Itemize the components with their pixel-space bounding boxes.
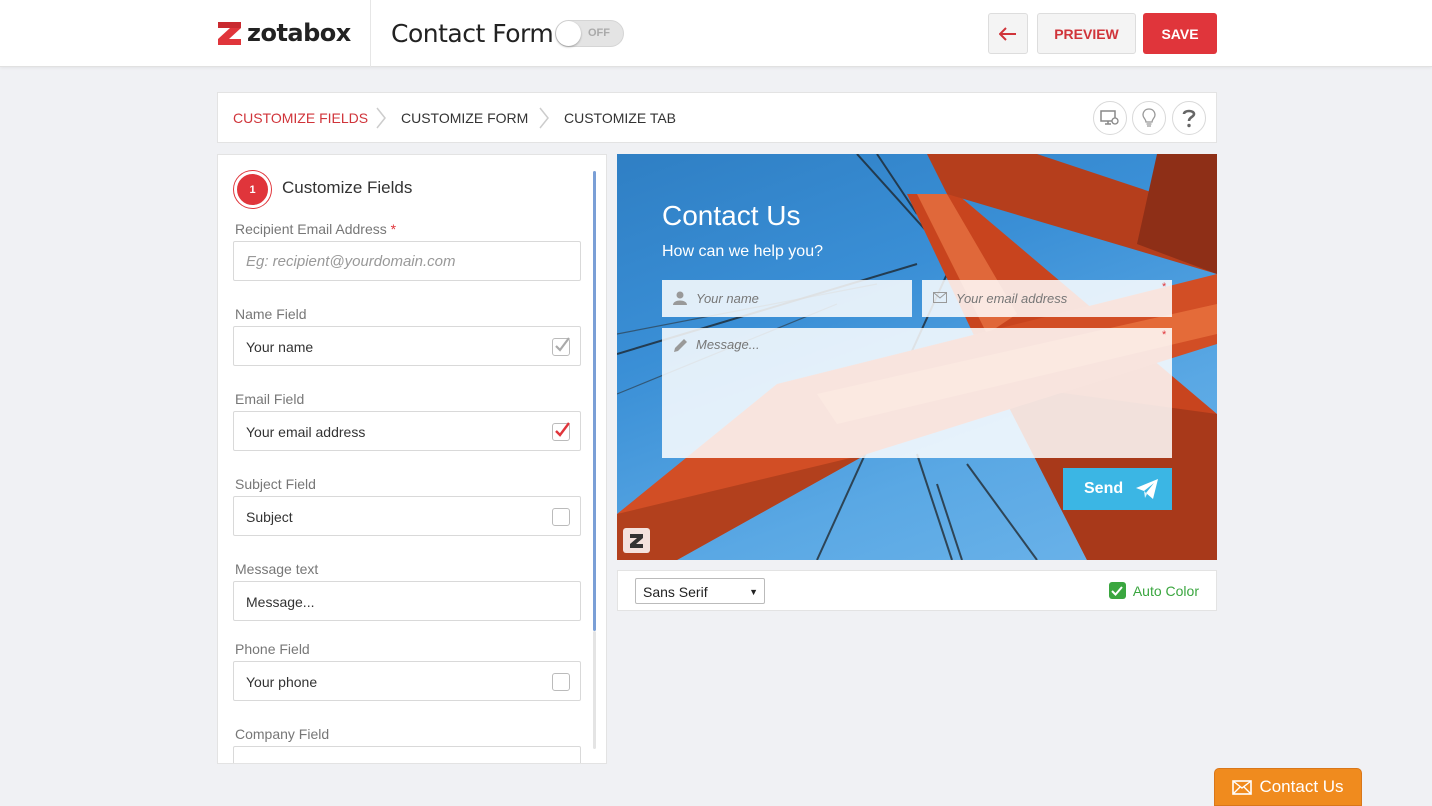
step-customize-form[interactable]: CUSTOMIZE FORM	[401, 110, 528, 126]
email-field-input[interactable]: Your email address	[233, 411, 581, 451]
preview-button[interactable]: PREVIEW	[1037, 13, 1136, 54]
steps-breadcrumb: CUSTOMIZE FIELDS CUSTOMIZE FORM CUSTOMIZ…	[217, 92, 1217, 143]
logo-text: zotabox	[247, 19, 351, 47]
step-number-badge: 1	[234, 171, 271, 208]
zotabox-badge-icon	[623, 528, 650, 553]
preview-email-input[interactable]: Your email address *	[922, 280, 1172, 317]
checkmark-icon	[1111, 585, 1124, 596]
recipient-email-label: Recipient Email Address *	[235, 221, 397, 237]
recipient-email-input[interactable]: Eg: recipient@yourdomain.com	[233, 241, 581, 281]
zotabox-logo[interactable]: zotabox	[216, 19, 351, 47]
preview-send-button[interactable]: Send	[1063, 468, 1172, 510]
recipient-email-placeholder: Eg: recipient@yourdomain.com	[246, 253, 456, 270]
form-options-bar: Sans Serif ▼ Auto Color	[617, 570, 1217, 611]
required-mark: *	[390, 221, 397, 237]
preview-email-placeholder: Your email address	[956, 291, 1068, 306]
preview-message-placeholder: Message...	[696, 337, 760, 352]
email-field-value: Your email address	[246, 424, 366, 440]
chevron-right-icon	[539, 107, 549, 129]
company-field-input[interactable]	[233, 746, 581, 763]
customize-fields-panel: 1 Customize Fields Recipient Email Addre…	[217, 154, 607, 764]
send-label: Send	[1084, 480, 1124, 497]
desktop-settings-icon	[1100, 110, 1119, 125]
required-mark: *	[1162, 281, 1167, 293]
preview-subtitle: How can we help you?	[662, 243, 823, 260]
name-field-value: Your name	[246, 339, 314, 355]
page-title: Contact Form	[391, 19, 554, 48]
preview-message-textarea[interactable]: Message... *	[662, 328, 1172, 458]
email-field-label: Email Field	[235, 391, 305, 407]
company-field-label: Company Field	[235, 726, 330, 742]
preview-title: Contact Us	[662, 200, 801, 231]
save-button[interactable]: SAVE	[1143, 13, 1217, 54]
font-select-value: Sans Serif	[643, 584, 708, 600]
section-title: Customize Fields	[282, 178, 413, 197]
message-text-value: Message...	[246, 594, 315, 610]
help-button[interactable]	[1172, 101, 1206, 135]
device-settings-button[interactable]	[1093, 101, 1127, 135]
scrollbar-track[interactable]	[593, 631, 596, 749]
toggle-label: OFF	[588, 27, 610, 39]
name-field-checkbox[interactable]	[552, 337, 570, 356]
subject-field-input[interactable]: Subject	[233, 496, 581, 536]
zotabox-logo-icon	[218, 21, 241, 45]
auto-color-toggle[interactable]: Auto Color	[1108, 582, 1199, 599]
auto-color-label: Auto Color	[1132, 582, 1199, 599]
checkmark-icon	[555, 337, 570, 352]
pencil-icon	[674, 339, 687, 352]
caret-down-icon: ▼	[749, 587, 758, 597]
header-divider	[370, 0, 371, 67]
phone-field-label: Phone Field	[235, 641, 310, 657]
auto-color-checkbox[interactable]	[1108, 582, 1126, 599]
name-field-input[interactable]: Your name	[233, 326, 581, 366]
phone-field-input[interactable]: Your phone	[233, 661, 581, 701]
envelope-icon	[933, 292, 947, 303]
subject-field-checkbox[interactable]	[552, 508, 570, 526]
chevron-right-icon	[376, 107, 386, 129]
status-toggle[interactable]: OFF	[555, 20, 624, 47]
paper-plane-icon	[1136, 479, 1159, 499]
top-header: zotabox Contact Form OFF PREVIEW SAVE	[0, 0, 1432, 67]
envelope-icon	[1232, 779, 1253, 795]
lightbulb-icon	[1142, 108, 1156, 127]
message-text-label: Message text	[235, 561, 319, 577]
tips-button[interactable]	[1132, 101, 1166, 135]
phone-field-checkbox[interactable]	[552, 673, 570, 691]
toggle-knob	[556, 21, 581, 46]
preview-name-input[interactable]: Your name	[662, 280, 912, 317]
required-mark: *	[1162, 329, 1167, 341]
step-customize-tab[interactable]: CUSTOMIZE TAB	[564, 110, 676, 126]
font-family-select[interactable]: Sans Serif ▼	[635, 578, 765, 604]
step-customize-fields[interactable]: CUSTOMIZE FIELDS	[233, 110, 368, 126]
name-field-label: Name Field	[235, 306, 307, 322]
contact-us-tab[interactable]: Contact Us	[1214, 768, 1362, 806]
phone-field-value: Your phone	[246, 674, 318, 690]
checkmark-icon	[555, 422, 570, 437]
email-field-checkbox[interactable]	[552, 422, 570, 441]
scrollbar-thumb[interactable]	[593, 171, 596, 631]
arrow-left-icon	[999, 26, 1016, 41]
subject-field-value: Subject	[246, 509, 293, 525]
form-preview: Contact Us How can we help you? Your nam…	[617, 154, 1217, 560]
user-icon	[673, 291, 687, 305]
back-button[interactable]	[988, 13, 1028, 54]
subject-field-label: Subject Field	[235, 476, 316, 492]
contact-tab-label: Contact Us	[1259, 777, 1344, 796]
preview-name-placeholder: Your name	[696, 291, 759, 306]
help-icon	[1182, 109, 1196, 128]
message-text-input[interactable]: Message...	[233, 581, 581, 621]
